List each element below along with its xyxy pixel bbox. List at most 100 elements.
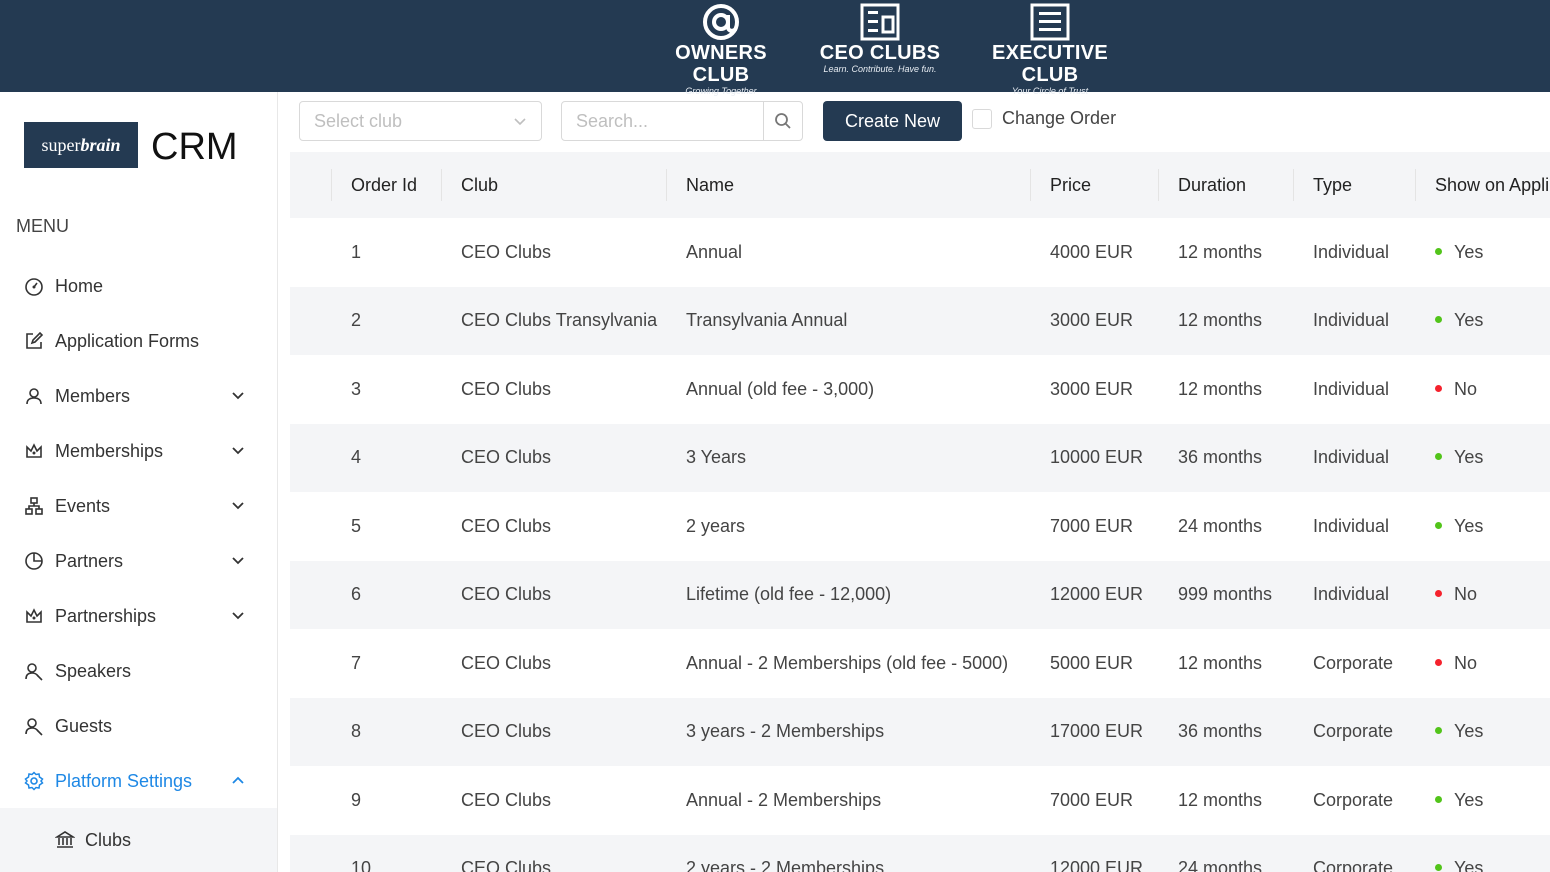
bank-icon [55,830,75,850]
change-order-checkbox[interactable] [972,108,992,129]
chevron-up-icon[interactable] [230,772,246,788]
brand-name: EXECUTIVE CLUB [991,42,1109,86]
sidebar-item-label: Partnerships [55,605,157,626]
cell-order-id: 4 [331,423,441,492]
sidebar-item-events[interactable]: Events [0,481,277,531]
search-input[interactable] [562,102,764,140]
cell-club: CEO Clubs [441,697,666,766]
row-spacer [290,629,331,698]
brand-ceo-clubs[interactable]: CEO CLUBS Learn. Contribute. Have fun. [818,0,942,92]
app-title: CRM [151,126,238,168]
cell-show-on-application: No [1415,355,1550,424]
sidebar-item-speakers[interactable]: Speakers [0,646,277,696]
row-spacer [290,560,331,629]
column-header-price[interactable]: Price [1030,152,1158,218]
column-header-order-id[interactable]: Order Id [331,152,441,218]
table-row[interactable]: 6 CEO Clubs Lifetime (old fee - 12,000) 120… [290,560,1550,629]
table-row[interactable]: 3 CEO Clubs Annual (old fee - 3,000) 3000 E… [290,355,1550,424]
sidebar-item-label: Partners [55,550,124,571]
cell-order-id: 7 [351,652,362,673]
cell-price: 12000 EUR [1030,834,1158,872]
cell-name: Annual - 2 Memberships [686,789,882,810]
change-order-toggle[interactable]: Change Order [972,108,1116,129]
cell-name: Annual (old fee - 3,000) [686,378,875,399]
cell-price: 7000 EUR [1050,515,1134,536]
cell-name: Annual [686,241,743,262]
brand-executive-club[interactable]: EXECUTIVE CLUB Your Circle of Trust [964,0,1136,96]
table-row[interactable]: 7 CEO Clubs Annual - 2 Memberships (old fe… [290,629,1550,698]
cell-type: Corporate [1313,652,1394,673]
memberships-table: Order Id Club Name Price Duration Type S… [290,152,1550,872]
table-row[interactable]: 5 CEO Clubs 2 years 7000 EUR 24 months Indivi… [290,492,1550,561]
chevron-down-icon[interactable] [230,607,246,623]
column-header-name[interactable]: Name [666,152,1030,218]
cell-order-id: 3 [351,378,362,399]
superbrain-logo[interactable]: superbrain [24,122,138,168]
column-header-show-on-application[interactable]: Show on Appli [1415,152,1550,218]
status-label: Yes [1454,447,1484,468]
chevron-down-icon[interactable] [230,497,246,513]
sidebar-item-label: Application Forms [55,330,200,351]
cell-name: Transylvania Annual [666,286,1030,355]
cell-order-id: 5 [351,515,362,536]
status-dot-icon [1435,316,1442,323]
cell-club: CEO Clubs [461,515,552,536]
create-new-button[interactable]: Create New [823,101,962,141]
column-header-club[interactable]: Club [441,152,666,218]
cell-type: Individual [1293,560,1415,629]
row-spacer [290,834,331,872]
row-spacer [290,355,331,424]
row-spacer [290,766,331,835]
sidebar-subitem-label: Clubs [85,829,132,850]
cell-show-on-application: Yes [1415,423,1550,492]
sidebar-item-members[interactable]: Members [0,371,277,421]
sidebar-item-label: Guests [55,715,113,736]
row-spacer [290,286,331,355]
sidebar-item-home[interactable]: Home [0,261,277,311]
cell-order-id: 2 [331,286,441,355]
table-row[interactable]: 4 CEO Clubs 3 Years 10000 EUR 36 months Indiv… [290,423,1550,492]
chevron-down-icon[interactable] [230,552,246,568]
table-row[interactable]: 9 CEO Clubs Annual - 2 Memberships 7000 EUR… [290,766,1550,835]
table-row[interactable]: 1 CEO Clubs Annual 4000 EUR 12 months Individ… [290,218,1550,287]
cell-order-id: 9 [351,789,362,810]
sidebar-item-memberships[interactable]: Memberships [0,426,277,476]
chevron-down-icon[interactable] [230,442,246,458]
cell-name: Annual - 2 Memberships (old fee - 5000) [686,652,1009,673]
cell-name: 2 years - 2 Memberships [666,834,1030,872]
search-icon [775,113,791,129]
column-header-spacer [290,152,331,218]
chevron-down-icon [514,118,526,126]
search-button[interactable] [764,102,802,140]
sidebar-item-guests[interactable]: Guests [0,701,277,751]
status-label: No [1454,378,1478,399]
edit-icon [24,331,44,351]
cell-order-id: 6 [331,560,441,629]
cell-duration: 12 months [1178,652,1263,673]
sidebar-item-partnerships[interactable]: Partnerships [0,591,277,641]
table-row[interactable]: 10 CEO Clubs 2 years - 2 Memberships 12000 … [290,834,1550,872]
cell-name: 3 Years [666,423,1030,492]
sidebar-item-partners[interactable]: Partners [0,536,277,586]
cell-duration: 999 months [1158,560,1293,629]
top-banner: OWNERS CLUB Growing Together CEO CLUBS L… [0,0,1550,96]
chevron-down-icon[interactable] [230,387,246,403]
sidebar-item-application-forms[interactable]: Application Forms [0,316,277,366]
cell-duration: 12 months [1178,241,1263,262]
cell-type: Corporate [1293,697,1415,766]
column-header-type[interactable]: Type [1293,152,1415,218]
cell-club: CEO Clubs [441,423,666,492]
cell-show-on-application: No [1415,629,1550,698]
cell-club: CEO Clubs [461,652,552,673]
cell-type: Corporate [1293,834,1415,872]
column-header-duration[interactable]: Duration [1158,152,1293,218]
table-row[interactable]: 8 CEO Clubs 3 years - 2 Memberships 17000 E… [290,697,1550,766]
club-select[interactable]: Select club [299,101,542,141]
brand-owners-club[interactable]: OWNERS CLUB Growing Together [646,0,796,96]
sidebar-subitem-clubs[interactable]: Clubs [0,808,277,872]
status-label: Yes [1454,241,1484,262]
cell-club: CEO Clubs [441,560,666,629]
cell-order-id: 8 [331,697,441,766]
sidebar-item-platform-settings[interactable]: Platform Settings [0,756,277,806]
table-row[interactable]: 2 CEO Clubs Transylvania Transylvania Annu… [290,286,1550,355]
